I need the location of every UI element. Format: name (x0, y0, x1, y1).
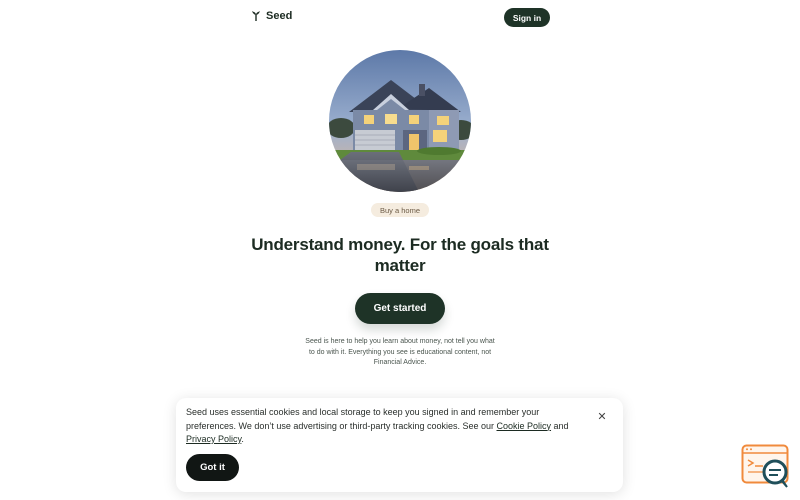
help-chat-icon[interactable] (741, 444, 793, 490)
brand-name: Seed (266, 10, 293, 22)
sign-in-button[interactable]: Sign in (504, 8, 550, 27)
close-icon[interactable]: ✕ (597, 412, 607, 423)
got-it-button[interactable]: Got it (186, 454, 239, 481)
cookie-text-intro: Seed uses essential cookies and local st… (186, 407, 540, 431)
get-started-button[interactable]: Get started (355, 293, 445, 324)
cookie-text-and: and (551, 420, 569, 431)
hero-house-image (329, 50, 471, 192)
seedling-icon (252, 11, 260, 21)
goal-chip: Buy a home (371, 203, 429, 217)
disclaimer-text: Seed is here to help you learn about mon… (305, 338, 495, 366)
brand[interactable]: Seed (251, 10, 292, 22)
hero-headline: Understand money. For the goals that mat… (251, 235, 549, 275)
privacy-policy-link[interactable]: Privacy Policy (186, 434, 241, 444)
cookie-text-end: . (241, 434, 244, 444)
cookie-message: Seed uses essential cookies and local st… (186, 406, 581, 447)
cookie-policy-link[interactable]: Cookie Policy (497, 421, 552, 431)
cookie-banner: Seed uses essential cookies and local st… (176, 398, 623, 492)
